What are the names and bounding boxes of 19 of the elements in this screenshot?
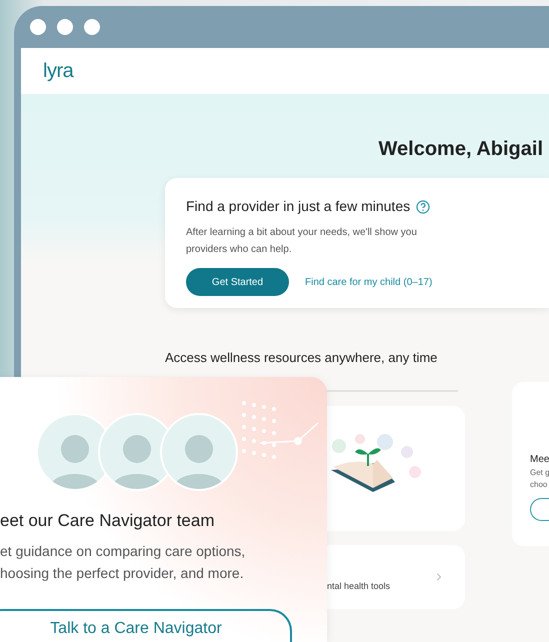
outline-button[interactable] xyxy=(530,498,549,520)
talk-to-navigator-button[interactable]: Talk to a Care Navigator xyxy=(0,609,292,642)
resource-card[interactable] xyxy=(327,406,465,530)
tools-text: ntal health tools xyxy=(327,580,392,593)
navigator-title: eet our Care Navigator team xyxy=(0,510,216,532)
section-heading: Access wellness resources anywhere, any time xyxy=(165,349,438,367)
help-icon[interactable] xyxy=(416,200,430,214)
side-card-title: Mee xyxy=(530,452,549,466)
get-started-button[interactable]: Get Started xyxy=(186,268,289,296)
card-description: After learning a bit about your needs, we'll show you providers who can help. xyxy=(186,226,418,257)
navigator-description: et guidance on comparing care options, xyxy=(0,542,246,561)
card-title: Find a provider in just a few minutes xyxy=(186,197,410,216)
side-card-text: Get g xyxy=(530,466,549,478)
navigator-description: hoosing the perfect provider, and more. xyxy=(0,564,245,583)
side-card-text: choo xyxy=(530,478,548,490)
welcome-heading: Welcome, Abigail xyxy=(378,137,543,162)
find-care-link[interactable]: Find care for my child (0–17) xyxy=(305,274,432,290)
tools-card[interactable]: ntal health tools xyxy=(327,544,465,608)
logo[interactable]: lyra xyxy=(43,56,74,86)
